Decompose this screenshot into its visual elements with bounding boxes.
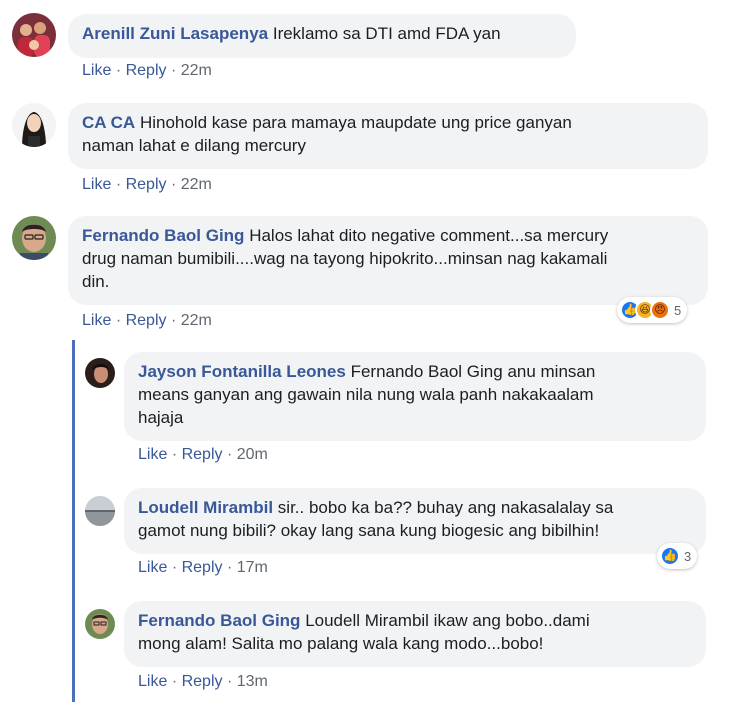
- timestamp[interactable]: 22m: [181, 312, 212, 329]
- avatar-photo-icon: [85, 496, 115, 526]
- reply-text: hajaja: [138, 408, 184, 427]
- separator: ·: [170, 62, 177, 79]
- avatar-photo-icon: [12, 13, 56, 57]
- separator: ·: [115, 62, 122, 79]
- separator: ·: [171, 559, 178, 576]
- comment-actions: Like · Reply · 22m: [82, 176, 212, 194]
- reply-bubble: Jayson Fontanilla Leones Fernando Baol G…: [124, 352, 706, 441]
- comment-author[interactable]: CA CA: [82, 113, 135, 132]
- comment-author[interactable]: Arenill Zuni Lasapenya: [82, 24, 268, 43]
- reaction-count: 3: [684, 548, 692, 564]
- reply-author[interactable]: Loudell Mirambil: [138, 498, 273, 517]
- reply-bubble: Loudell Mirambil sir.. bobo ka ba?? buha…: [124, 488, 706, 554]
- timestamp[interactable]: 13m: [237, 673, 268, 690]
- comment-text: naman lahat e dilang mercury: [82, 136, 306, 155]
- comment-text: din.: [82, 272, 110, 291]
- avatar[interactable]: [85, 496, 115, 526]
- reply-text: Loudell Mirambil ikaw ang bobo..dami: [305, 611, 590, 630]
- comment-text: Ireklamo sa DTI amd FDA yan: [272, 24, 501, 43]
- reply-actions: Like · Reply · 13m: [138, 673, 268, 691]
- avatar-photo-icon: [12, 103, 56, 147]
- timestamp[interactable]: 17m: [237, 559, 268, 576]
- timestamp[interactable]: 22m: [181, 62, 212, 79]
- reactions-summary[interactable]: 👍 3: [657, 543, 698, 569]
- avatar-photo-icon: [12, 216, 56, 260]
- reactions-summary[interactable]: 👍 😆 😠 5: [617, 297, 688, 323]
- separator: ·: [170, 176, 177, 193]
- separator: ·: [115, 176, 122, 193]
- angry-icon: 😠: [650, 300, 670, 320]
- reply-thread-line: [72, 340, 75, 702]
- reply-text: Fernando Baol Ging anu minsan: [350, 362, 596, 381]
- avatar-photo-icon: [85, 358, 115, 388]
- reply-text: gamot nung bibili? okay lang sana kung b…: [138, 521, 600, 540]
- like-link[interactable]: Like: [138, 673, 167, 690]
- avatar[interactable]: [12, 103, 56, 147]
- comment-text: Hinohold kase para mamaya maupdate ung p…: [139, 113, 572, 132]
- timestamp[interactable]: 22m: [181, 176, 212, 193]
- comment-actions: Like · Reply · 22m: [82, 312, 212, 330]
- reply-link[interactable]: Reply: [126, 312, 167, 329]
- avatar-photo-icon: [85, 609, 115, 639]
- comment-author[interactable]: Fernando Baol Ging: [82, 226, 244, 245]
- separator: ·: [226, 446, 233, 463]
- like-link[interactable]: Like: [138, 446, 167, 463]
- reply-text: sir.. bobo ka ba?? buhay ang nakasalalay…: [277, 498, 614, 517]
- separator: ·: [170, 312, 177, 329]
- separator: ·: [171, 673, 178, 690]
- timestamp[interactable]: 20m: [237, 446, 268, 463]
- reply-actions: Like · Reply · 20m: [138, 446, 268, 464]
- separator: ·: [226, 673, 233, 690]
- comment-bubble: Fernando Baol Ging Halos lahat dito nega…: [68, 216, 708, 305]
- like-link[interactable]: Like: [82, 312, 111, 329]
- comment-text: drug naman bumibili....wag na tayong hip…: [82, 249, 608, 268]
- reply-actions: Like · Reply · 17m: [138, 559, 268, 577]
- reply-bubble: Fernando Baol Ging Loudell Mirambil ikaw…: [124, 601, 706, 667]
- like-link[interactable]: Like: [138, 559, 167, 576]
- avatar[interactable]: [85, 609, 115, 639]
- avatar[interactable]: [85, 358, 115, 388]
- reply-link[interactable]: Reply: [126, 176, 167, 193]
- comment-bubble: CA CA Hinohold kase para mamaya maupdate…: [68, 103, 708, 169]
- avatar[interactable]: [12, 216, 56, 260]
- reply-link[interactable]: Reply: [126, 62, 167, 79]
- like-icon: 👍: [660, 546, 680, 566]
- reply-text: mong alam! Salita mo palang wala kang mo…: [138, 634, 544, 653]
- comment-text: Halos lahat dito negative comment...sa m…: [249, 226, 609, 245]
- comment-bubble: Arenill Zuni Lasapenya Ireklamo sa DTI a…: [68, 14, 576, 58]
- reply-text: means ganyan ang gawain nila nung wala p…: [138, 385, 594, 404]
- like-link[interactable]: Like: [82, 62, 111, 79]
- reply-link[interactable]: Reply: [182, 559, 223, 576]
- reply-author[interactable]: Jayson Fontanilla Leones: [138, 362, 346, 381]
- separator: ·: [171, 446, 178, 463]
- separator: ·: [226, 559, 233, 576]
- like-link[interactable]: Like: [82, 176, 111, 193]
- reply-link[interactable]: Reply: [182, 673, 223, 690]
- avatar[interactable]: [12, 13, 56, 57]
- separator: ·: [115, 312, 122, 329]
- reaction-count: 5: [674, 302, 682, 318]
- comment-actions: Like · Reply · 22m: [82, 62, 212, 80]
- reply-author[interactable]: Fernando Baol Ging: [138, 611, 300, 630]
- reply-link[interactable]: Reply: [182, 446, 223, 463]
